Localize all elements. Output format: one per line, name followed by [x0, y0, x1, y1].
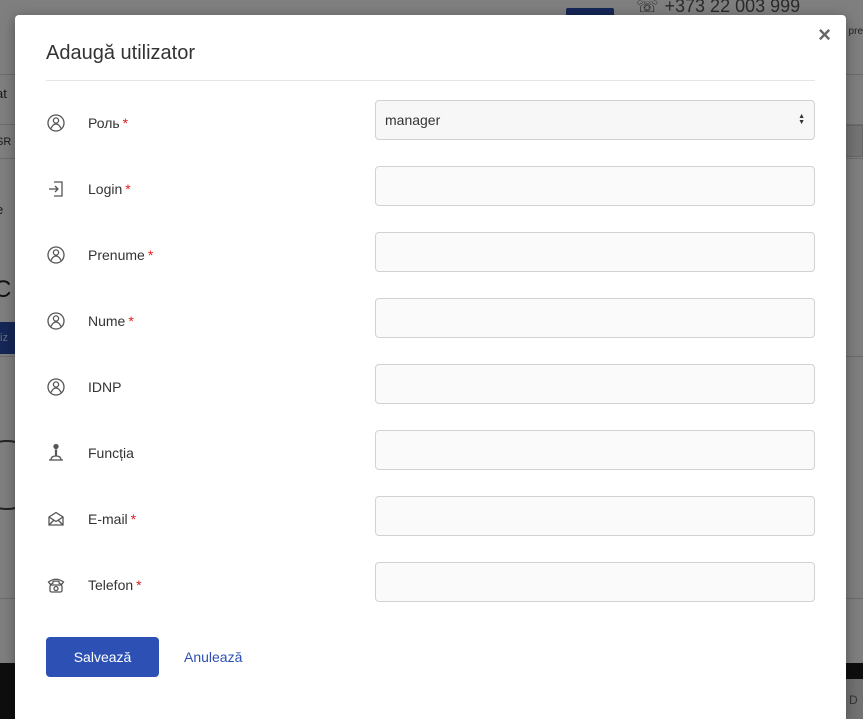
required-marker: *	[147, 247, 154, 263]
required-marker: *	[136, 577, 142, 593]
user-icon	[46, 245, 66, 265]
prenume-field[interactable]	[375, 232, 815, 272]
idnp-label: IDNP	[88, 379, 121, 395]
idnp-field[interactable]	[375, 364, 815, 404]
email-row: E-mail *	[46, 496, 815, 549]
nume-label-text: Nume	[88, 313, 126, 329]
idnp-label-text: IDNP	[88, 379, 122, 395]
prenume-label: Prenume *	[88, 247, 153, 263]
user-icon	[46, 377, 66, 397]
required-marker: *	[125, 181, 131, 197]
role-label: Роль *	[88, 115, 128, 131]
required-marker: *	[122, 115, 129, 131]
telefon-field[interactable]	[375, 562, 815, 602]
select-arrows-icon: ▲ ▼	[798, 113, 805, 126]
prenume-label-text: Prenume	[88, 247, 145, 263]
email-field[interactable]	[375, 496, 815, 536]
login-field[interactable]	[375, 166, 815, 206]
idnp-row: IDNP	[46, 364, 815, 417]
add-user-modal: × Adaugă utilizator Роль * manager ▲ ▼ Log…	[15, 15, 846, 719]
nume-field[interactable]	[375, 298, 815, 338]
functia-field[interactable]	[375, 430, 815, 470]
telefon-row: Telefon *	[46, 562, 815, 615]
login-row: Login *	[46, 166, 815, 219]
user-icon	[46, 311, 66, 331]
login-label: Login *	[88, 181, 131, 197]
cancel-button[interactable]: Anulează	[184, 649, 242, 665]
user-icon	[46, 113, 66, 133]
telefon-label: Telefon *	[88, 577, 142, 593]
email-label: E-mail *	[88, 511, 136, 527]
nume-row: Nume *	[46, 298, 815, 351]
functia-row: Funcția	[46, 430, 815, 483]
required-marker: *	[128, 313, 134, 329]
envelope-icon	[46, 509, 66, 529]
login-icon	[46, 179, 66, 199]
nume-label: Nume *	[88, 313, 134, 329]
login-label-text: Login	[88, 181, 123, 197]
modal-divider	[46, 80, 815, 81]
email-label-text: E-mail	[88, 511, 128, 527]
job-icon	[46, 443, 66, 463]
close-button[interactable]: ×	[818, 24, 831, 46]
required-marker: *	[130, 511, 137, 527]
save-button[interactable]: Salvează	[46, 637, 159, 677]
phone-icon	[46, 575, 66, 595]
telefon-label-text: Telefon	[88, 577, 134, 593]
prenume-row: Prenume *	[46, 232, 815, 285]
role-row: Роль * manager ▲ ▼	[46, 100, 815, 153]
modal-title: Adaugă utilizator	[46, 42, 195, 64]
functia-label-text: Funcția	[88, 445, 134, 461]
functia-label: Funcția	[88, 445, 134, 461]
role-label-text: Роль	[88, 115, 120, 131]
role-select-value: manager	[385, 112, 441, 128]
role-select[interactable]: manager ▲ ▼	[375, 100, 815, 140]
